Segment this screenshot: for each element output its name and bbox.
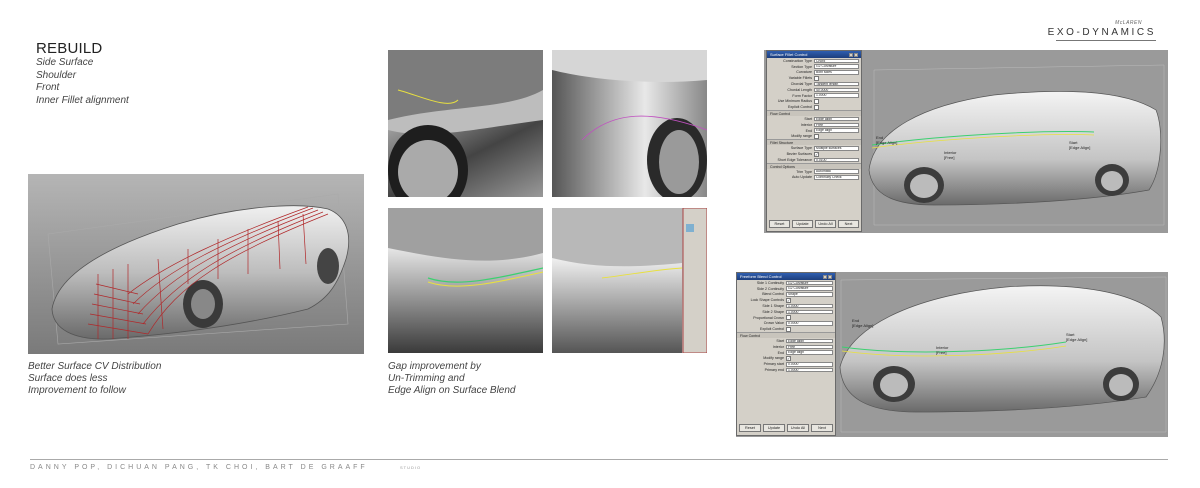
caption-line: Gap improvement by	[388, 361, 481, 372]
label-end: End [Edge Align]	[876, 135, 898, 145]
chordal-type-select[interactable]: Tangent length	[814, 81, 859, 87]
caption-line: Un-Trimming and	[388, 373, 465, 384]
rebuild-item: Side Surface	[36, 57, 94, 68]
rebuild-item: Front	[36, 82, 60, 93]
undo-all-button[interactable]: Undo All	[815, 220, 836, 228]
help-icon[interactable]	[823, 274, 827, 279]
short-edge-tolerance-field[interactable]: 0.0100	[814, 157, 859, 163]
primary-end-field[interactable]: 1.0000	[786, 367, 833, 373]
left-car-render	[28, 174, 364, 354]
construction-type-select[interactable]: Chord	[814, 58, 859, 64]
close-icon[interactable]	[828, 274, 832, 279]
rebuild-item: Inner Fillet alignment	[36, 94, 129, 106]
side1-continuity-select[interactable]: G2 Curvature	[786, 280, 833, 286]
undo-all-button[interactable]: Undo All	[787, 424, 809, 432]
side1-shape-field[interactable]: 1.0000	[786, 303, 833, 309]
reset-button[interactable]: Reset	[739, 424, 761, 432]
caption-line: Improvement to follow	[28, 385, 126, 396]
caption-line: Surface does less	[28, 373, 108, 384]
chordal-length-field[interactable]: 40.0000	[814, 87, 859, 93]
proportional-crown-checkbox[interactable]	[786, 315, 791, 321]
brand-logo: EXO-DYNAMICS	[1047, 27, 1156, 38]
min-radius-checkbox[interactable]	[814, 98, 819, 104]
dialog-title-bar[interactable]: Freeform Blend Control	[737, 273, 835, 280]
primary-start-field[interactable]: 0.0000	[786, 361, 833, 367]
start-select[interactable]: Edge align	[786, 338, 833, 344]
update-button[interactable]: Update	[792, 220, 813, 228]
end-select[interactable]: Edge align	[786, 350, 833, 355]
dialog-title-bar[interactable]: Surface Fillet Control	[767, 51, 861, 58]
start-select[interactable]: Edge align	[814, 116, 859, 122]
detail-render-3	[388, 208, 543, 353]
modify-range-checkbox[interactable]: ✓	[786, 355, 791, 361]
label-end: End [Edge Align]	[852, 318, 874, 328]
bezier-surfaces-checkbox[interactable]: ✓	[814, 151, 819, 157]
interior-select[interactable]: Free	[814, 122, 859, 128]
reset-button[interactable]: Reset	[769, 220, 790, 228]
close-icon[interactable]	[854, 52, 858, 57]
page-title: REBUILD	[36, 40, 103, 57]
variable-fillets-checkbox[interactable]	[814, 75, 819, 81]
update-button[interactable]: Update	[763, 424, 785, 432]
dialog-title: Surface Fillet Control	[770, 52, 808, 57]
dialog-title: Freeform Blend Control	[740, 274, 782, 279]
modify-range-checkbox[interactable]	[814, 133, 819, 139]
lock-shape-checkbox[interactable]: ✓	[786, 297, 791, 303]
dialog-row[interactable]: Auto Update Continuity Check	[767, 175, 861, 181]
side2-continuity-select[interactable]: G2 Curvature	[786, 286, 833, 291]
help-icon[interactable]	[849, 52, 853, 57]
footer-credits: DANNY POP, DICHUAN PANG, TK CHOI, BART D…	[30, 464, 368, 471]
trim-type-select[interactable]: Automatic	[814, 169, 859, 174]
middle-caption: Gap improvement by Un-Trimming and Edge …	[388, 361, 516, 397]
freeform-blend-dialog[interactable]: Freeform Blend Control Side 1 Continuity…	[736, 272, 836, 436]
rebuild-item: Shoulder	[36, 69, 77, 81]
label-interior: Interior [Free]	[936, 345, 949, 355]
dialog-buttons: Reset Update Undo All Next	[769, 220, 859, 228]
rebuild-items: Side Surface Shoulder Front Inner Fillet…	[36, 57, 129, 107]
explicit-control-checkbox[interactable]	[814, 104, 819, 110]
caption-line: Better Surface CV Distribution	[28, 361, 162, 372]
detail-render-4	[552, 208, 707, 353]
detail-render-2	[552, 50, 707, 197]
form-factor-field[interactable]: 1.0000	[814, 93, 859, 98]
end-select[interactable]: Edge align	[814, 128, 859, 133]
blend-control-select[interactable]: Shape	[786, 292, 833, 297]
section-type-select[interactable]: G2 Curvature	[814, 64, 859, 69]
continuity-check-toggle[interactable]: Continuity Check	[814, 175, 859, 180]
side2-shape-field[interactable]: 1.0000	[786, 309, 833, 315]
dialog-row[interactable]: Primary end 1.0000	[737, 367, 835, 373]
car-cv-render-image	[28, 174, 364, 354]
curvature-select[interactable]: Both sides	[814, 70, 859, 75]
surface-type-select[interactable]: Multiple surfaces	[814, 145, 859, 151]
left-caption: Better Surface CV Distribution Surface d…	[28, 361, 161, 397]
brand-logo-small: McLAREN	[1115, 20, 1142, 26]
crown-value-field[interactable]: 0.0000	[786, 321, 833, 326]
label-start: Start [Edge Align]	[1066, 332, 1088, 342]
footer-divider	[30, 459, 1168, 460]
label-start: Start [Edge Align]	[1069, 140, 1091, 150]
footer-studio: STUDIO	[400, 465, 422, 470]
brand-divider	[1056, 40, 1156, 41]
detail-render-1	[388, 50, 543, 197]
label-interior: Interior [Free]	[944, 150, 957, 160]
next-button[interactable]: Next	[838, 220, 859, 228]
interior-select[interactable]: Free	[786, 344, 833, 350]
caption-line: Edge Align on Surface Blend	[388, 385, 516, 396]
surface-fillet-dialog[interactable]: Surface Fillet Control Construction Type…	[766, 50, 862, 232]
explicit-control-checkbox[interactable]	[786, 326, 791, 332]
dialog-buttons: Reset Update Undo All Next	[739, 424, 833, 432]
next-button[interactable]: Next	[811, 424, 833, 432]
